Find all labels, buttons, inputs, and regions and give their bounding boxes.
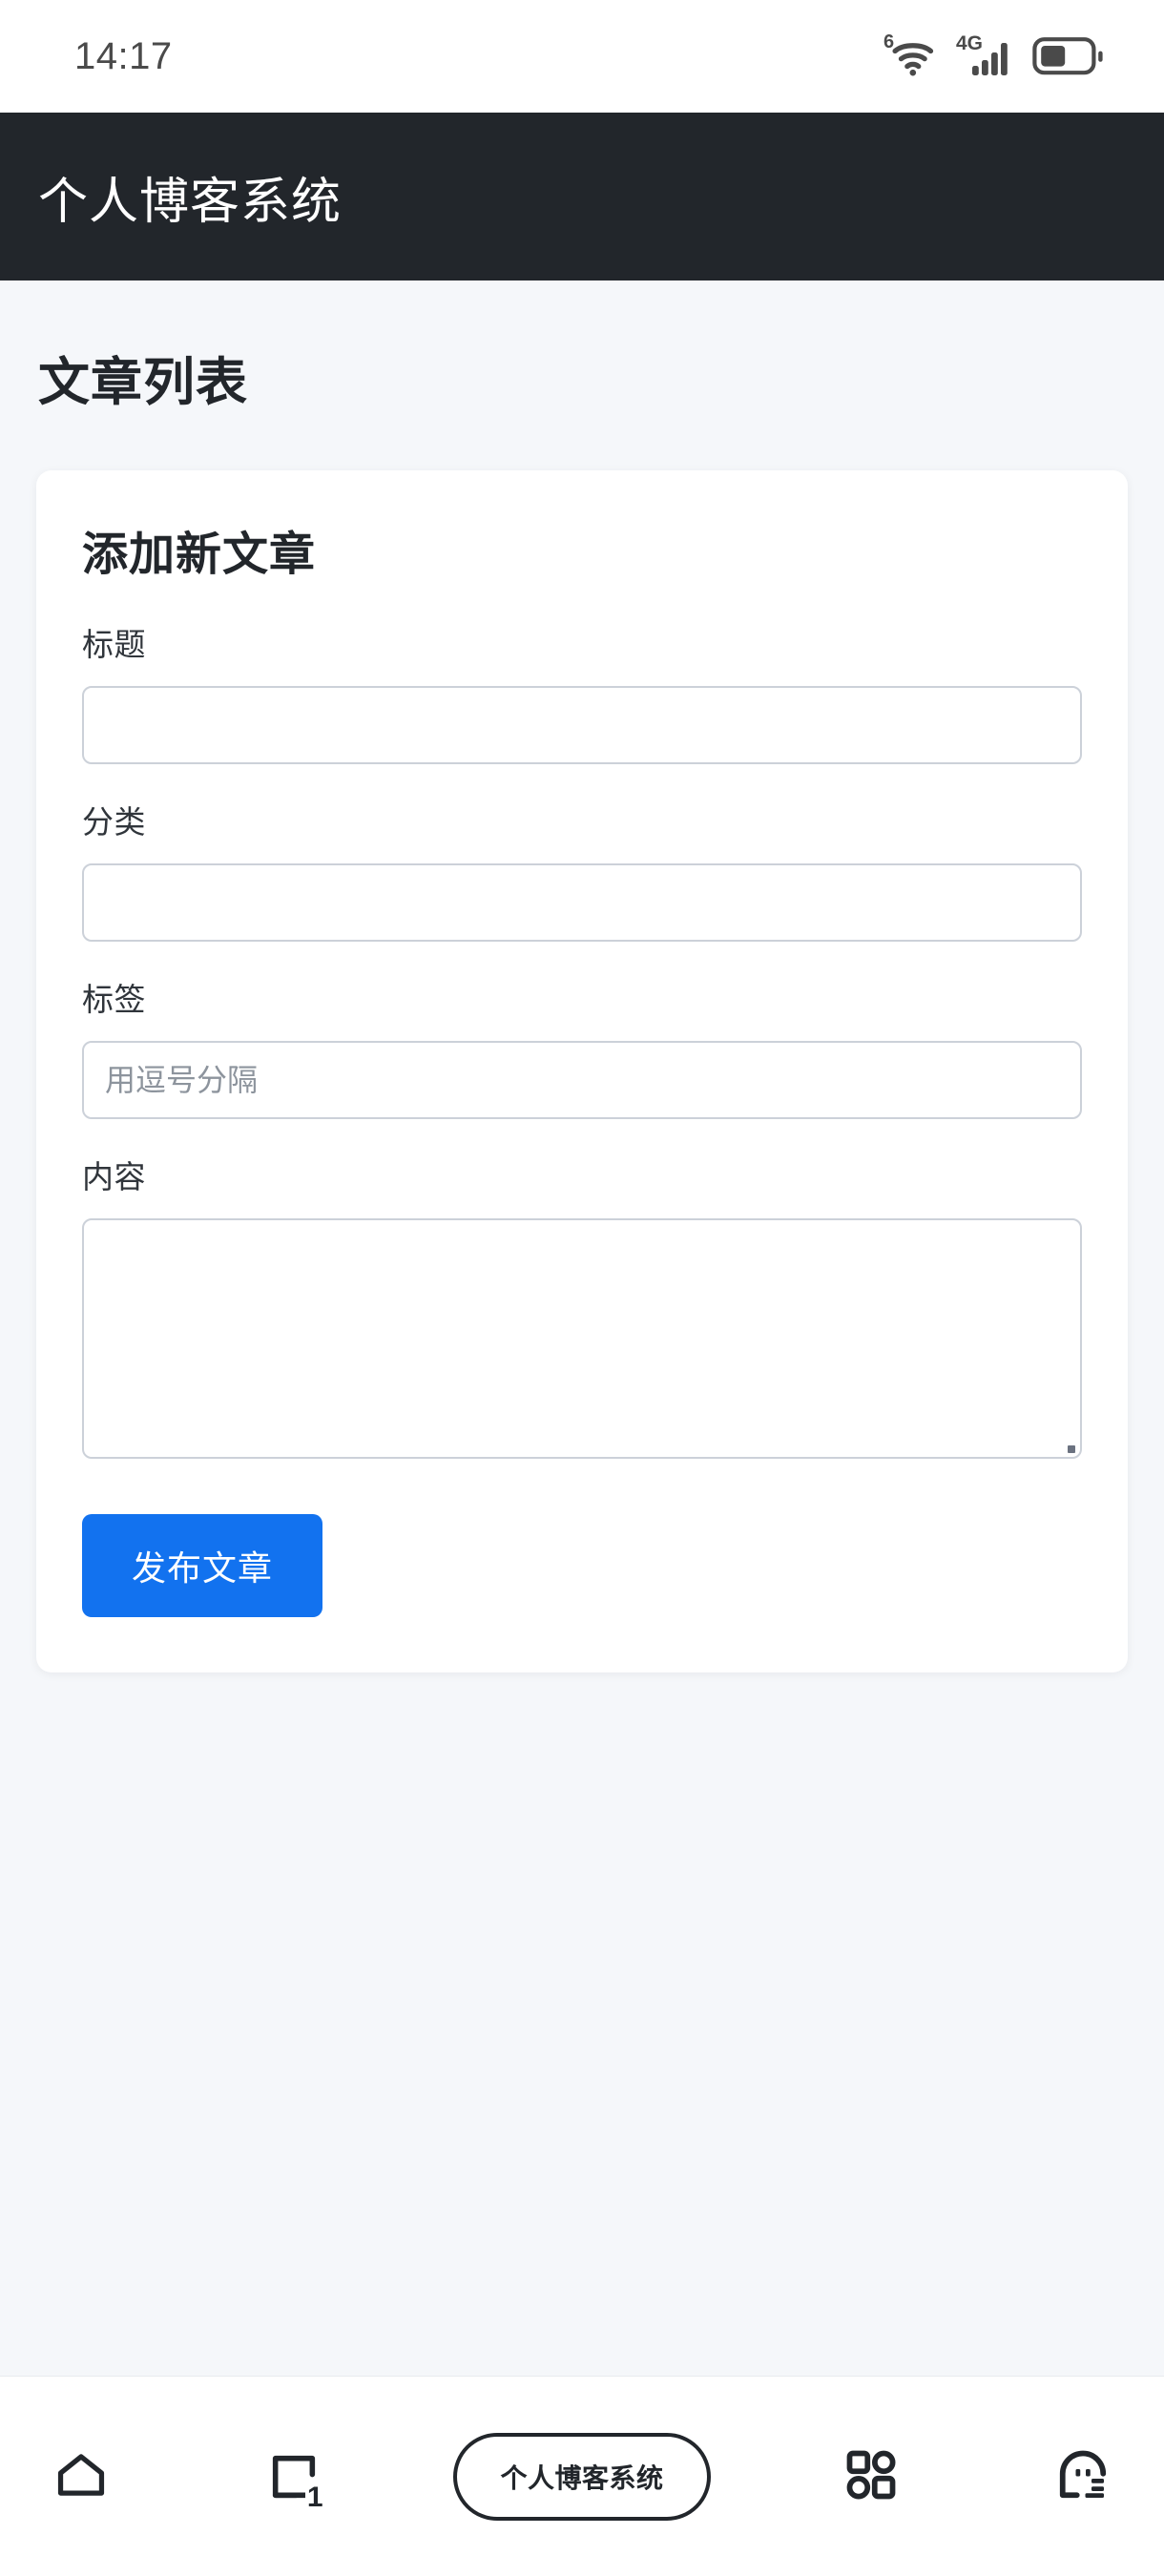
apps-grid-button[interactable] — [819, 2424, 924, 2529]
content-textarea-wrapper — [82, 1218, 1082, 1459]
battery-icon — [1032, 36, 1105, 76]
field-category: 分类 — [82, 797, 1082, 942]
tab-count-label: 1 — [304, 2481, 325, 2513]
label-title: 标题 — [82, 627, 146, 662]
add-article-card: 添加新文章 标题 分类 标签 内容 — [36, 470, 1128, 1672]
wifi-generation-label: 6 — [883, 31, 895, 52]
home-button[interactable] — [29, 2424, 134, 2529]
label-category: 分类 — [82, 804, 146, 840]
address-bar-label: 个人博客系统 — [500, 2462, 664, 2493]
address-bar-pill[interactable]: 个人博客系统 — [453, 2432, 711, 2521]
page-content: 文章列表 添加新文章 标题 分类 标签 内容 — [0, 280, 1164, 2376]
field-tags: 标签 — [82, 974, 1082, 1119]
publish-article-button[interactable]: 发布文章 — [82, 1514, 323, 1617]
content-textarea[interactable] — [82, 1218, 1082, 1459]
app-title: 个人博客系统 — [38, 174, 343, 230]
phone-screen: 14:17 6 4G 个人博客系统 文章列表 添加新文章 标题 分类 标签 用逗… — [0, 0, 1164, 2576]
network-type-label: 4G — [956, 32, 984, 54]
bottom-navigation-bar: 1 个人博客系统 — [0, 2376, 1164, 2576]
tab-switcher-icon: 1 — [266, 2449, 325, 2512]
status-bar: 14:17 6 4G — [0, 0, 1164, 113]
label-tags: 标签 — [82, 982, 146, 1017]
profile-menu-button[interactable] — [1030, 2424, 1135, 2529]
page-title: 文章列表 — [38, 354, 248, 411]
field-content: 内容 — [82, 1152, 1082, 1459]
tab-switcher-button[interactable]: 1 — [241, 2424, 346, 2529]
label-content: 内容 — [82, 1159, 146, 1195]
app-header: 个人博客系统 — [0, 113, 1164, 280]
status-time: 14:17 — [74, 34, 173, 77]
wifi-icon: 6 — [883, 31, 943, 77]
signal-bars-icon: 4G — [956, 32, 1017, 77]
status-icons: 6 4G — [883, 31, 1105, 77]
card-title: 添加新文章 — [82, 530, 317, 580]
title-input[interactable] — [82, 686, 1082, 764]
field-title: 标题 — [82, 619, 1082, 764]
tags-input[interactable] — [82, 1041, 1082, 1119]
apps-grid-icon — [842, 2446, 900, 2506]
category-input[interactable] — [82, 863, 1082, 942]
profile-menu-icon — [1054, 2446, 1112, 2506]
home-icon — [52, 2445, 111, 2507]
